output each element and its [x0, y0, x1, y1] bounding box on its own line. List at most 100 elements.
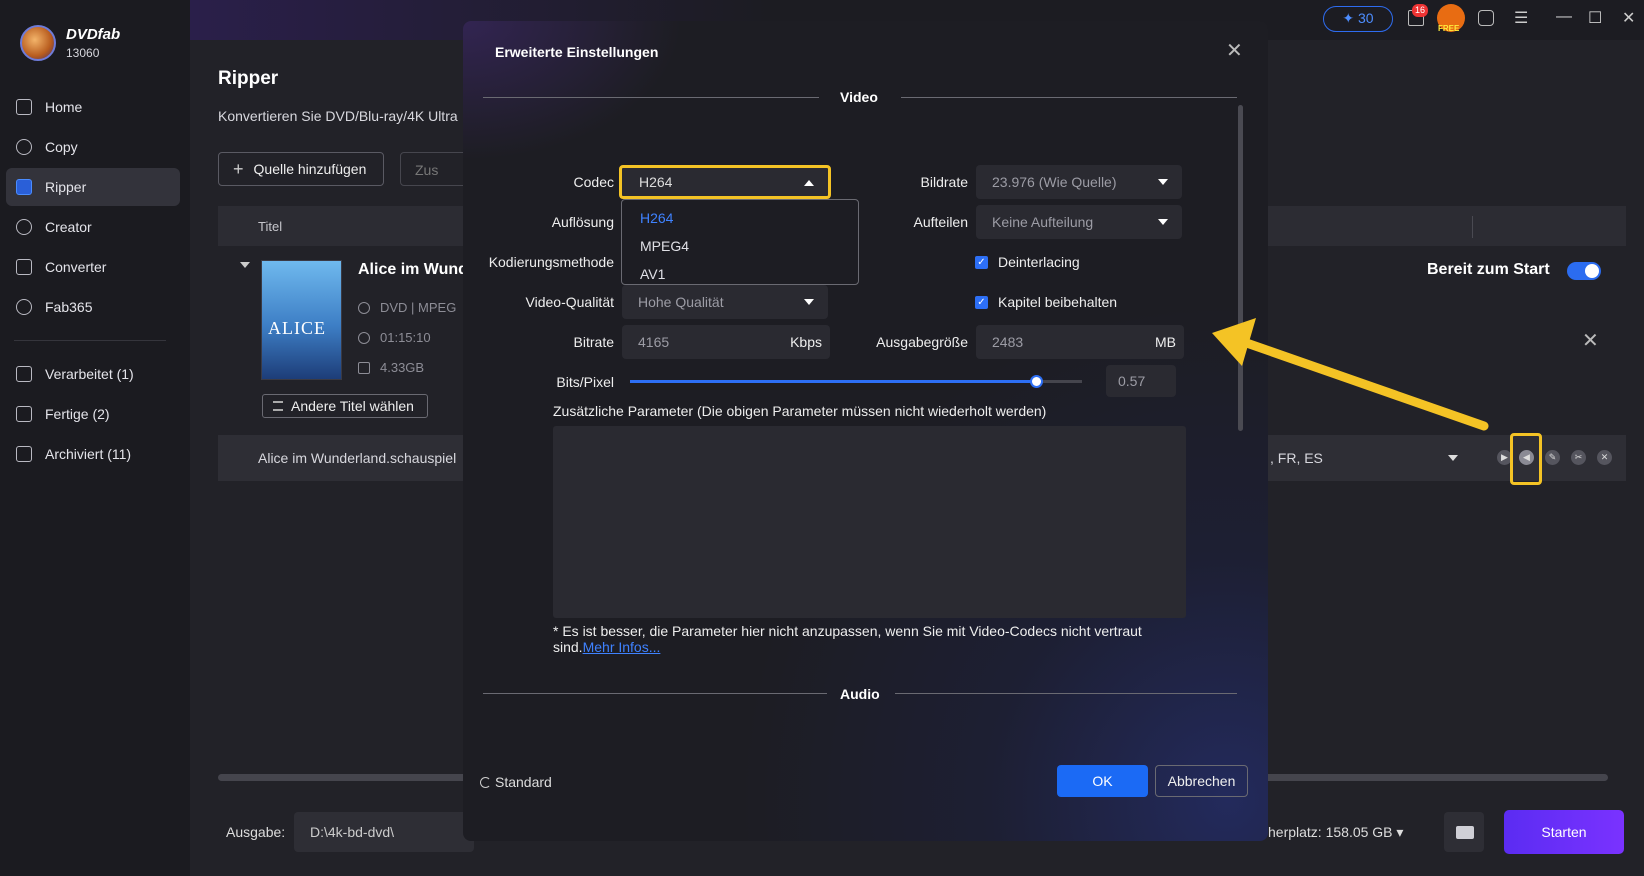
column-divider — [1472, 216, 1473, 238]
folder-icon[interactable] — [1444, 812, 1484, 852]
delete-icon[interactable]: ✕ — [1597, 450, 1612, 465]
codec-value: H264 — [639, 174, 673, 190]
codec-option[interactable]: AV1 — [622, 260, 858, 288]
audio-languages: , FR, ES — [1270, 450, 1323, 466]
format-text: DVD | MPEG — [380, 300, 457, 315]
sidebar-item-finished[interactable]: Fertige (2) — [6, 395, 180, 433]
skin-icon[interactable] — [1478, 10, 1494, 26]
deinterlacing-label: Deinterlacing — [998, 254, 1080, 270]
logo-badge-icon — [20, 24, 56, 61]
sidebar-item-copy[interactable]: Copy — [6, 128, 180, 166]
output-size-label: Ausgabegröße — [876, 334, 968, 350]
merge-button[interactable]: Zus — [400, 152, 470, 186]
languages-dropdown-icon[interactable] — [1448, 455, 1458, 461]
add-source-label: Quelle hinzufügen — [253, 161, 367, 177]
extra-params-textarea[interactable] — [553, 426, 1186, 618]
plus-icon: + — [233, 158, 244, 179]
size-info: 4.33GB — [358, 360, 424, 375]
add-source-button[interactable]: + Quelle hinzufügen — [218, 152, 384, 186]
ok-button[interactable]: OK — [1057, 765, 1148, 797]
section-divider — [483, 97, 819, 98]
cancel-button[interactable]: Abbrechen — [1155, 765, 1248, 797]
sidebar-item-label: Converter — [45, 259, 107, 275]
sidebar: DVDfab 13060 Home Copy Ripper Creator Co… — [0, 0, 190, 876]
edit-icon[interactable]: ✎ — [1545, 450, 1560, 465]
codec-option[interactable]: MPEG4 — [622, 232, 858, 260]
converter-icon — [16, 259, 32, 275]
page-subtitle: Konvertieren Sie DVD/Blu-ray/4K Ultra — [218, 108, 458, 124]
sidebar-item-creator[interactable]: Creator — [6, 208, 180, 246]
archive-icon — [16, 446, 32, 462]
video-quality-value: Hohe Qualität — [638, 294, 724, 310]
gift-label: FREE — [1438, 24, 1460, 33]
more-info-link[interactable]: Mehr Infos... — [583, 639, 661, 655]
sidebar-item-label: Ripper — [45, 179, 87, 195]
clipboard-icon — [16, 406, 32, 422]
app-logo: DVDfab 13060 — [20, 24, 120, 62]
ready-toggle[interactable] — [1567, 262, 1601, 280]
codec-select[interactable]: H264 — [619, 165, 831, 199]
video-quality-select[interactable]: Hohe Qualität — [622, 285, 828, 319]
start-button[interactable]: Starten — [1504, 810, 1624, 854]
other-titles-button[interactable]: Andere Titel wählen — [262, 394, 428, 418]
maximize-icon[interactable]: ☐ — [1588, 8, 1602, 28]
cover-title: ALICE — [268, 318, 326, 338]
remove-item-icon[interactable]: ✕ — [1582, 328, 1599, 353]
resolution-label: Auflösung — [551, 214, 614, 230]
codec-option[interactable]: H264 — [622, 204, 858, 232]
crop-icon[interactable]: ✂ — [1571, 450, 1586, 465]
output-size-unit: MB — [1155, 334, 1176, 350]
size-text: 4.33GB — [380, 360, 425, 375]
sidebar-item-label: Home — [45, 99, 83, 115]
bits-per-pixel-label: Bits/Pixel — [556, 374, 614, 390]
sidebar-item-label: Fab365 — [45, 299, 93, 315]
chevron-down-icon — [804, 299, 814, 305]
section-divider — [483, 693, 827, 694]
standard-button[interactable]: Standard — [480, 774, 552, 790]
keep-chapters-checkbox[interactable]: ✓ — [975, 296, 988, 309]
sidebar-item-label: Creator — [45, 219, 92, 235]
duration-text: 01:15:10 — [380, 330, 431, 345]
sidebar-item-label: Fertige (2) — [45, 406, 110, 422]
app-brand: DVDfab — [66, 26, 121, 43]
sidebar-item-ripper[interactable]: Ripper — [6, 168, 180, 206]
output-size-value: 2483 — [992, 334, 1024, 350]
sidebar-item-fab365[interactable]: Fab365 — [6, 288, 180, 326]
disc-icon — [358, 301, 370, 314]
sidebar-item-label: Archiviert (11) — [45, 446, 132, 462]
credits-button[interactable]: ✦ 30 — [1323, 6, 1393, 32]
bits-per-pixel-value[interactable]: 0.57 — [1106, 365, 1176, 397]
output-label: Ausgabe: — [226, 824, 286, 840]
bitrate-input[interactable]: 4165 Kbps — [622, 325, 830, 359]
sidebar-item-home[interactable]: Home — [6, 88, 180, 126]
bitrate-value: 4165 — [638, 334, 670, 350]
output-size-input[interactable]: 2483 MB — [976, 325, 1184, 359]
deinterlacing-checkbox[interactable]: ✓ — [975, 256, 988, 269]
creator-icon — [16, 219, 32, 235]
extra-params-label: Zusätzliche Parameter (Die obigen Parame… — [553, 403, 1047, 419]
dialog-scrollbar[interactable] — [1238, 105, 1243, 431]
codec-label: Codec — [573, 174, 614, 190]
fab365-icon — [16, 299, 32, 315]
expand-icon[interactable] — [240, 262, 250, 268]
sidebar-item-processing[interactable]: Verarbeitet (1) — [6, 355, 180, 393]
framerate-select[interactable]: 23.976 (Wie Quelle) — [976, 165, 1182, 199]
audio-section-title: Audio — [840, 686, 880, 702]
menu-icon[interactable]: ☰ — [1514, 8, 1528, 28]
list-icon — [16, 366, 32, 382]
duration-info: 01:15:10 — [358, 330, 431, 345]
sidebar-item-archived[interactable]: Archiviert (11) — [6, 435, 180, 473]
sidebar-item-converter[interactable]: Converter — [6, 248, 180, 286]
split-select[interactable]: Keine Aufteilung — [976, 205, 1182, 239]
minimize-icon[interactable]: — — [1556, 8, 1572, 26]
close-icon[interactable]: ✕ — [1226, 38, 1243, 63]
copy-icon — [16, 139, 32, 155]
framerate-value: 23.976 (Wie Quelle) — [992, 174, 1117, 190]
output-path-field[interactable]: D:\4k-bd-dvd\ — [294, 812, 474, 852]
notification-badge: 16 — [1412, 4, 1429, 17]
dialog-title: Erweiterte Einstellungen — [495, 44, 659, 60]
column-title: Titel — [258, 219, 283, 234]
close-window-icon[interactable]: ✕ — [1622, 8, 1635, 28]
bits-per-pixel-handle[interactable] — [1029, 375, 1043, 388]
free-space[interactable]: herplatz: 158.05 GB ▾ — [1268, 824, 1403, 841]
